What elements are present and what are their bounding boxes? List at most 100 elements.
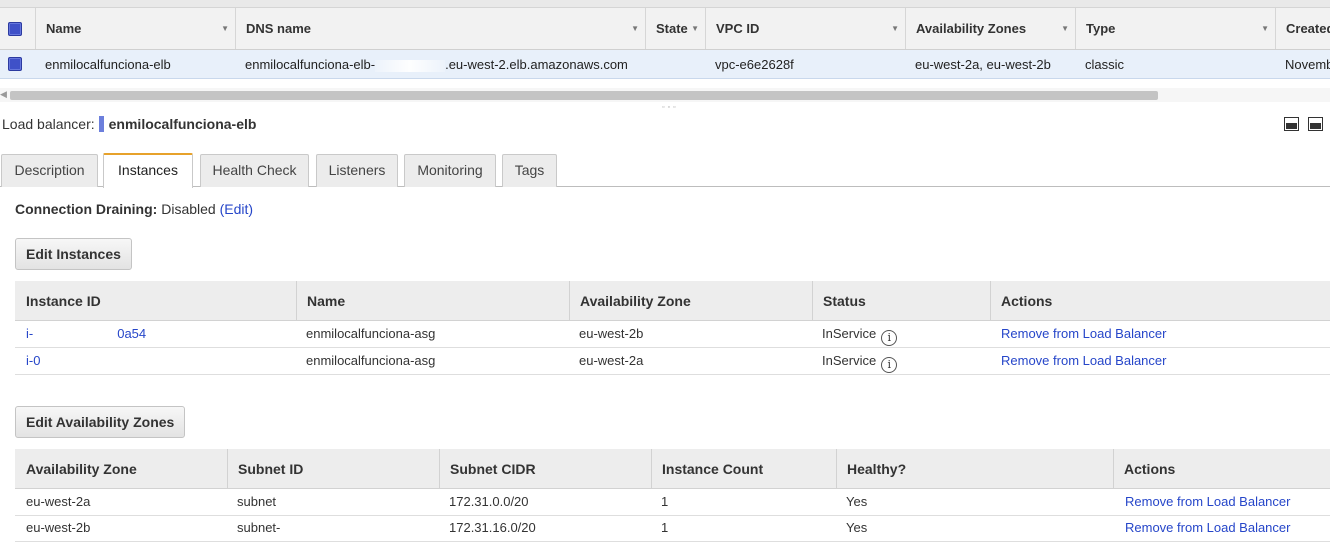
subnet-id-text: subnet- [237,520,281,535]
th-zone[interactable]: Availability Zone [16,449,137,489]
instance-zone-cell: eu-west-2a [579,353,644,368]
th-zone-actions[interactable]: Actions [1113,449,1175,489]
zone-action-cell: Remove from Load Balancer [1115,489,1290,515]
tab-description[interactable]: Description [1,154,98,187]
info-icon[interactable]: i [881,330,898,346]
instance-row: i- 0a54 enmilocalfunciona-asg eu-west-2b … [15,321,1330,348]
column-type-label: Type [1086,21,1116,36]
sort-down-icon[interactable]: ▼ [1061,8,1069,49]
sort-down-icon[interactable]: ▼ [631,8,639,49]
tab-monitoring[interactable]: Monitoring [404,154,496,187]
sort-down-icon[interactable]: ▼ [221,8,229,49]
zone-row: eu-west-2b subnet- 172.31.16.0/20 1 Yes … [15,515,1330,542]
instance-id-start[interactable]: i- [26,326,33,341]
zone-row: eu-west-2a subnet 172.31.0.0/20 1 Yes Re… [15,489,1330,516]
column-type[interactable]: Type ▼ [1075,8,1275,49]
draining-value: Disabled [161,201,216,217]
column-created[interactable]: Created [1275,8,1330,49]
remove-instance-link[interactable]: Remove from Load Balancer [1001,353,1166,368]
zones-table-header: Availability Zone Subnet ID Subnet CIDR … [15,449,1330,489]
info-icon[interactable]: i [881,357,898,373]
redacted-block [280,522,333,535]
remove-zone-link[interactable]: Remove from Load Balancer [1125,520,1290,535]
redacted-block [40,355,131,368]
row-checkbox[interactable] [8,57,22,71]
instance-action-cell: Remove from Load Balancer [991,348,1166,374]
count-cell: 1 [661,520,669,535]
lb-dns-suffix: .eu-west-2.elb.amazonaws.com [445,57,628,72]
healthy-cell: Yes [846,494,868,509]
redacted-block [276,496,337,509]
resize-grip-icon[interactable]: ▫▫▫ [662,104,678,111]
tab-instances[interactable]: Instances [103,153,193,188]
lb-table-header: Name ▼ DNS name ▼ State ▼ VPC ID ▼ Avail… [0,8,1330,50]
scroll-left-icon[interactable]: ◀ [0,89,7,100]
sort-down-icon[interactable]: ▼ [691,8,699,49]
redacted-block [375,59,446,72]
draining-label: Connection Draining: [15,201,158,217]
instances-table-header: Instance ID Name Availability Zone Statu… [15,281,1330,321]
healthy-cell: Yes [846,520,868,535]
zone-action-cell: Remove from Load Balancer [1115,515,1290,541]
th-instance-count[interactable]: Instance Count [651,449,763,489]
subnet-cell: subnet [227,489,337,515]
cidr-cell: 172.31.0.0/20 [449,494,529,509]
top-strip [0,0,1330,8]
scrollbar-thumb[interactable] [10,91,1158,100]
subnet-cell: subnet- [227,515,333,541]
redacted-block [33,328,118,341]
draining-edit-link[interactable]: (Edit) [220,201,253,217]
lb-type-cell: classic [1085,57,1125,72]
edit-availability-zones-button[interactable]: Edit Availability Zones [15,406,186,438]
sort-down-icon[interactable]: ▼ [891,8,899,49]
instance-name-cell: enmilocalfunciona-asg [306,353,436,368]
detail-lb-name: enmilocalfunciona-elb [108,116,257,132]
th-actions[interactable]: Actions [990,281,1052,321]
lb-created-cell: Novemb [1285,57,1330,72]
instance-id-end[interactable]: 0a54 [117,326,146,341]
th-status[interactable]: Status [812,281,866,321]
edit-instances-button[interactable]: Edit Instances [15,238,132,270]
detail-title: Load balancer: enmilocalfunciona-elb [2,114,256,134]
zone-cell: eu-west-2b [26,520,91,535]
lb-dns-prefix: enmilocalfunciona-elb- [245,57,376,72]
color-swatch [98,116,104,132]
instance-id-cell[interactable]: i- 0a54 [16,321,146,347]
column-name[interactable]: Name ▼ [35,8,235,49]
subnet-id-text: subnet [237,494,277,509]
column-state[interactable]: State ▼ [645,8,705,49]
instance-id-cell[interactable]: i-0 [16,348,131,374]
instance-status-cell: InService i [812,348,898,374]
lb-vpc-cell: vpc-e6e2628f [715,57,794,72]
remove-zone-link[interactable]: Remove from Load Balancer [1125,494,1290,509]
th-instance-id[interactable]: Instance ID [16,281,101,321]
instance-id-start[interactable]: i-0 [26,353,40,368]
remove-instance-link[interactable]: Remove from Load Balancer [1001,326,1166,341]
th-name[interactable]: Name [296,281,345,321]
column-vpc-id[interactable]: VPC ID ▼ [705,8,905,49]
lb-table-row-selected[interactable]: enmilocalfunciona-elb enmilocalfunciona-… [0,50,1330,79]
tab-tags[interactable]: Tags [502,154,557,187]
th-subnet-cidr[interactable]: Subnet CIDR [439,449,536,489]
detail-label: Load balancer: [2,116,95,132]
tab-health-check[interactable]: Health Check [200,154,309,187]
instance-status-cell: InService i [812,321,898,347]
th-availability-zone[interactable]: Availability Zone [569,281,691,321]
tab-listeners[interactable]: Listeners [316,154,398,187]
horizontal-scrollbar[interactable]: ◀ [0,88,1330,102]
zone-cell: eu-west-2a [26,494,91,509]
column-vpc-label: VPC ID [716,21,760,36]
th-subnet-id[interactable]: Subnet ID [227,449,303,489]
column-created-label: Created [1286,21,1330,36]
column-availability-zones[interactable]: Availability Zones ▼ [905,8,1075,49]
panel-minimize-icon[interactable] [1284,117,1299,131]
column-dns-name[interactable]: DNS name ▼ [235,8,645,49]
lb-name-cell: enmilocalfunciona-elb [45,57,171,72]
instance-status-text: InService [822,326,877,341]
column-state-label: State [656,21,688,36]
lb-zones-cell: eu-west-2a, eu-west-2b [915,57,1051,72]
th-healthy[interactable]: Healthy? [836,449,906,489]
select-all-checkbox[interactable] [8,21,22,36]
sort-down-icon[interactable]: ▼ [1261,8,1269,49]
panel-maximize-icon[interactable] [1308,117,1323,131]
